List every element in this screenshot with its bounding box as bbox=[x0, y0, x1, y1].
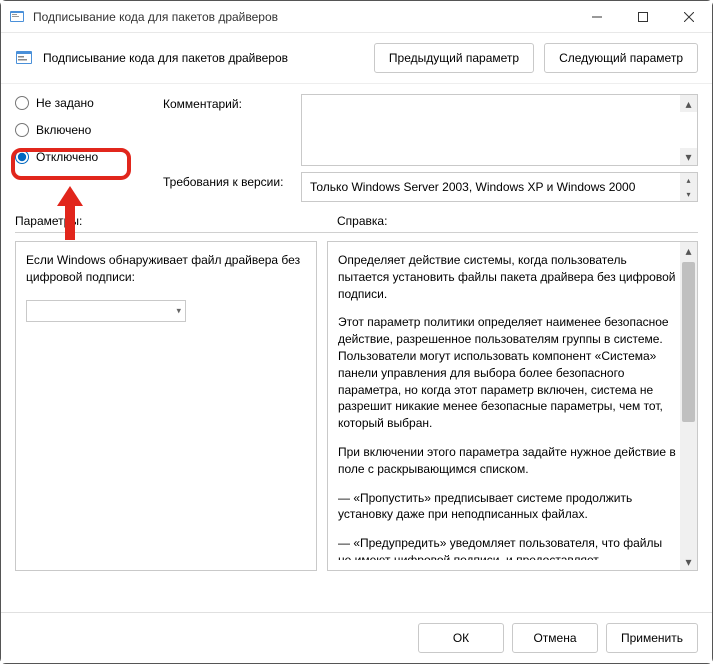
spin-up-icon[interactable]: ▴ bbox=[680, 173, 697, 187]
annotation-arrow-icon bbox=[53, 186, 87, 243]
close-button[interactable] bbox=[666, 1, 712, 33]
radio-not-configured[interactable]: Не задано bbox=[15, 96, 145, 110]
scroll-down-icon[interactable]: ▾ bbox=[680, 553, 697, 570]
divider bbox=[15, 232, 698, 233]
cancel-button[interactable]: Отмена bbox=[512, 623, 598, 653]
chevron-down-icon: ▾ bbox=[176, 305, 181, 316]
panels: Если Windows обнаруживает файл драйвера … bbox=[1, 241, 712, 571]
scroll-down-icon[interactable]: ▾ bbox=[680, 148, 697, 165]
help-paragraph: Определяет действие системы, когда польз… bbox=[338, 252, 677, 302]
previous-setting-button[interactable]: Предыдущий параметр bbox=[374, 43, 534, 73]
titlebar: Подписывание кода для пакетов драйверов bbox=[1, 1, 712, 33]
radio-enabled-label: Включено bbox=[36, 123, 91, 137]
comment-row: Комментарий: ▴ ▾ bbox=[163, 94, 698, 166]
radio-enabled[interactable]: Включено bbox=[15, 123, 145, 137]
comment-input[interactable]: ▴ ▾ bbox=[301, 94, 698, 166]
radio-disabled-label: Отключено bbox=[36, 150, 98, 164]
fields-area: Комментарий: ▴ ▾ Требования к версии: То… bbox=[163, 94, 698, 202]
help-content: Определяет действие системы, когда польз… bbox=[338, 252, 693, 560]
radio-not-configured-label: Не задано bbox=[36, 96, 94, 110]
help-paragraph: При включении этого параметра задайте ну… bbox=[338, 444, 677, 478]
help-header: Справка: bbox=[337, 214, 387, 228]
help-paragraph: Этот параметр политики определяет наимен… bbox=[338, 314, 677, 432]
apply-button[interactable]: Применить bbox=[606, 623, 698, 653]
help-scrollbar[interactable]: ▴ ▾ bbox=[680, 242, 697, 570]
params-combobox[interactable]: ▾ bbox=[26, 300, 186, 322]
minimize-button[interactable] bbox=[574, 1, 620, 33]
params-text: Если Windows обнаруживает файл драйвера … bbox=[26, 252, 306, 286]
next-setting-button[interactable]: Следующий параметр bbox=[544, 43, 698, 73]
scrollbar-thumb[interactable] bbox=[682, 262, 695, 422]
help-panel: Определяет действие системы, когда польз… bbox=[327, 241, 698, 571]
help-paragraph: — «Пропустить» предписывает системе прод… bbox=[338, 490, 677, 524]
radio-not-configured-input[interactable] bbox=[15, 96, 29, 110]
maximize-button[interactable] bbox=[620, 1, 666, 33]
params-panel: Если Windows обнаруживает файл драйвера … bbox=[15, 241, 317, 571]
requirements-label: Требования к версии: bbox=[163, 172, 293, 189]
requirements-row: Требования к версии: Только Windows Serv… bbox=[163, 172, 698, 202]
radio-disabled-input[interactable] bbox=[15, 150, 29, 164]
app-icon bbox=[9, 9, 25, 25]
footer: ОК Отмена Применить bbox=[1, 612, 712, 663]
requirements-box: Только Windows Server 2003, Windows XP и… bbox=[301, 172, 698, 202]
window-title: Подписывание кода для пакетов драйверов bbox=[33, 10, 574, 24]
scroll-up-icon[interactable]: ▴ bbox=[680, 242, 697, 259]
help-paragraph: — «Предупредить» уведомляет пользователя… bbox=[338, 535, 677, 560]
spin-down-icon[interactable]: ▾ bbox=[680, 187, 697, 201]
radio-enabled-input[interactable] bbox=[15, 123, 29, 137]
radio-disabled[interactable]: Отключено bbox=[15, 150, 145, 164]
requirements-value: Только Windows Server 2003, Windows XP и… bbox=[310, 180, 635, 194]
scroll-up-icon[interactable]: ▴ bbox=[680, 95, 697, 112]
policy-title: Подписывание кода для пакетов драйверов bbox=[43, 51, 364, 65]
ok-button[interactable]: ОК bbox=[418, 623, 504, 653]
window-controls bbox=[574, 1, 712, 33]
section-headers: Параметры: Справка: bbox=[1, 208, 712, 232]
comment-label: Комментарий: bbox=[163, 94, 293, 111]
upper-area: Не задано Включено Отключено Комментарий… bbox=[1, 84, 712, 208]
toolbar: Подписывание кода для пакетов драйверов … bbox=[1, 33, 712, 84]
policy-icon bbox=[15, 49, 33, 67]
